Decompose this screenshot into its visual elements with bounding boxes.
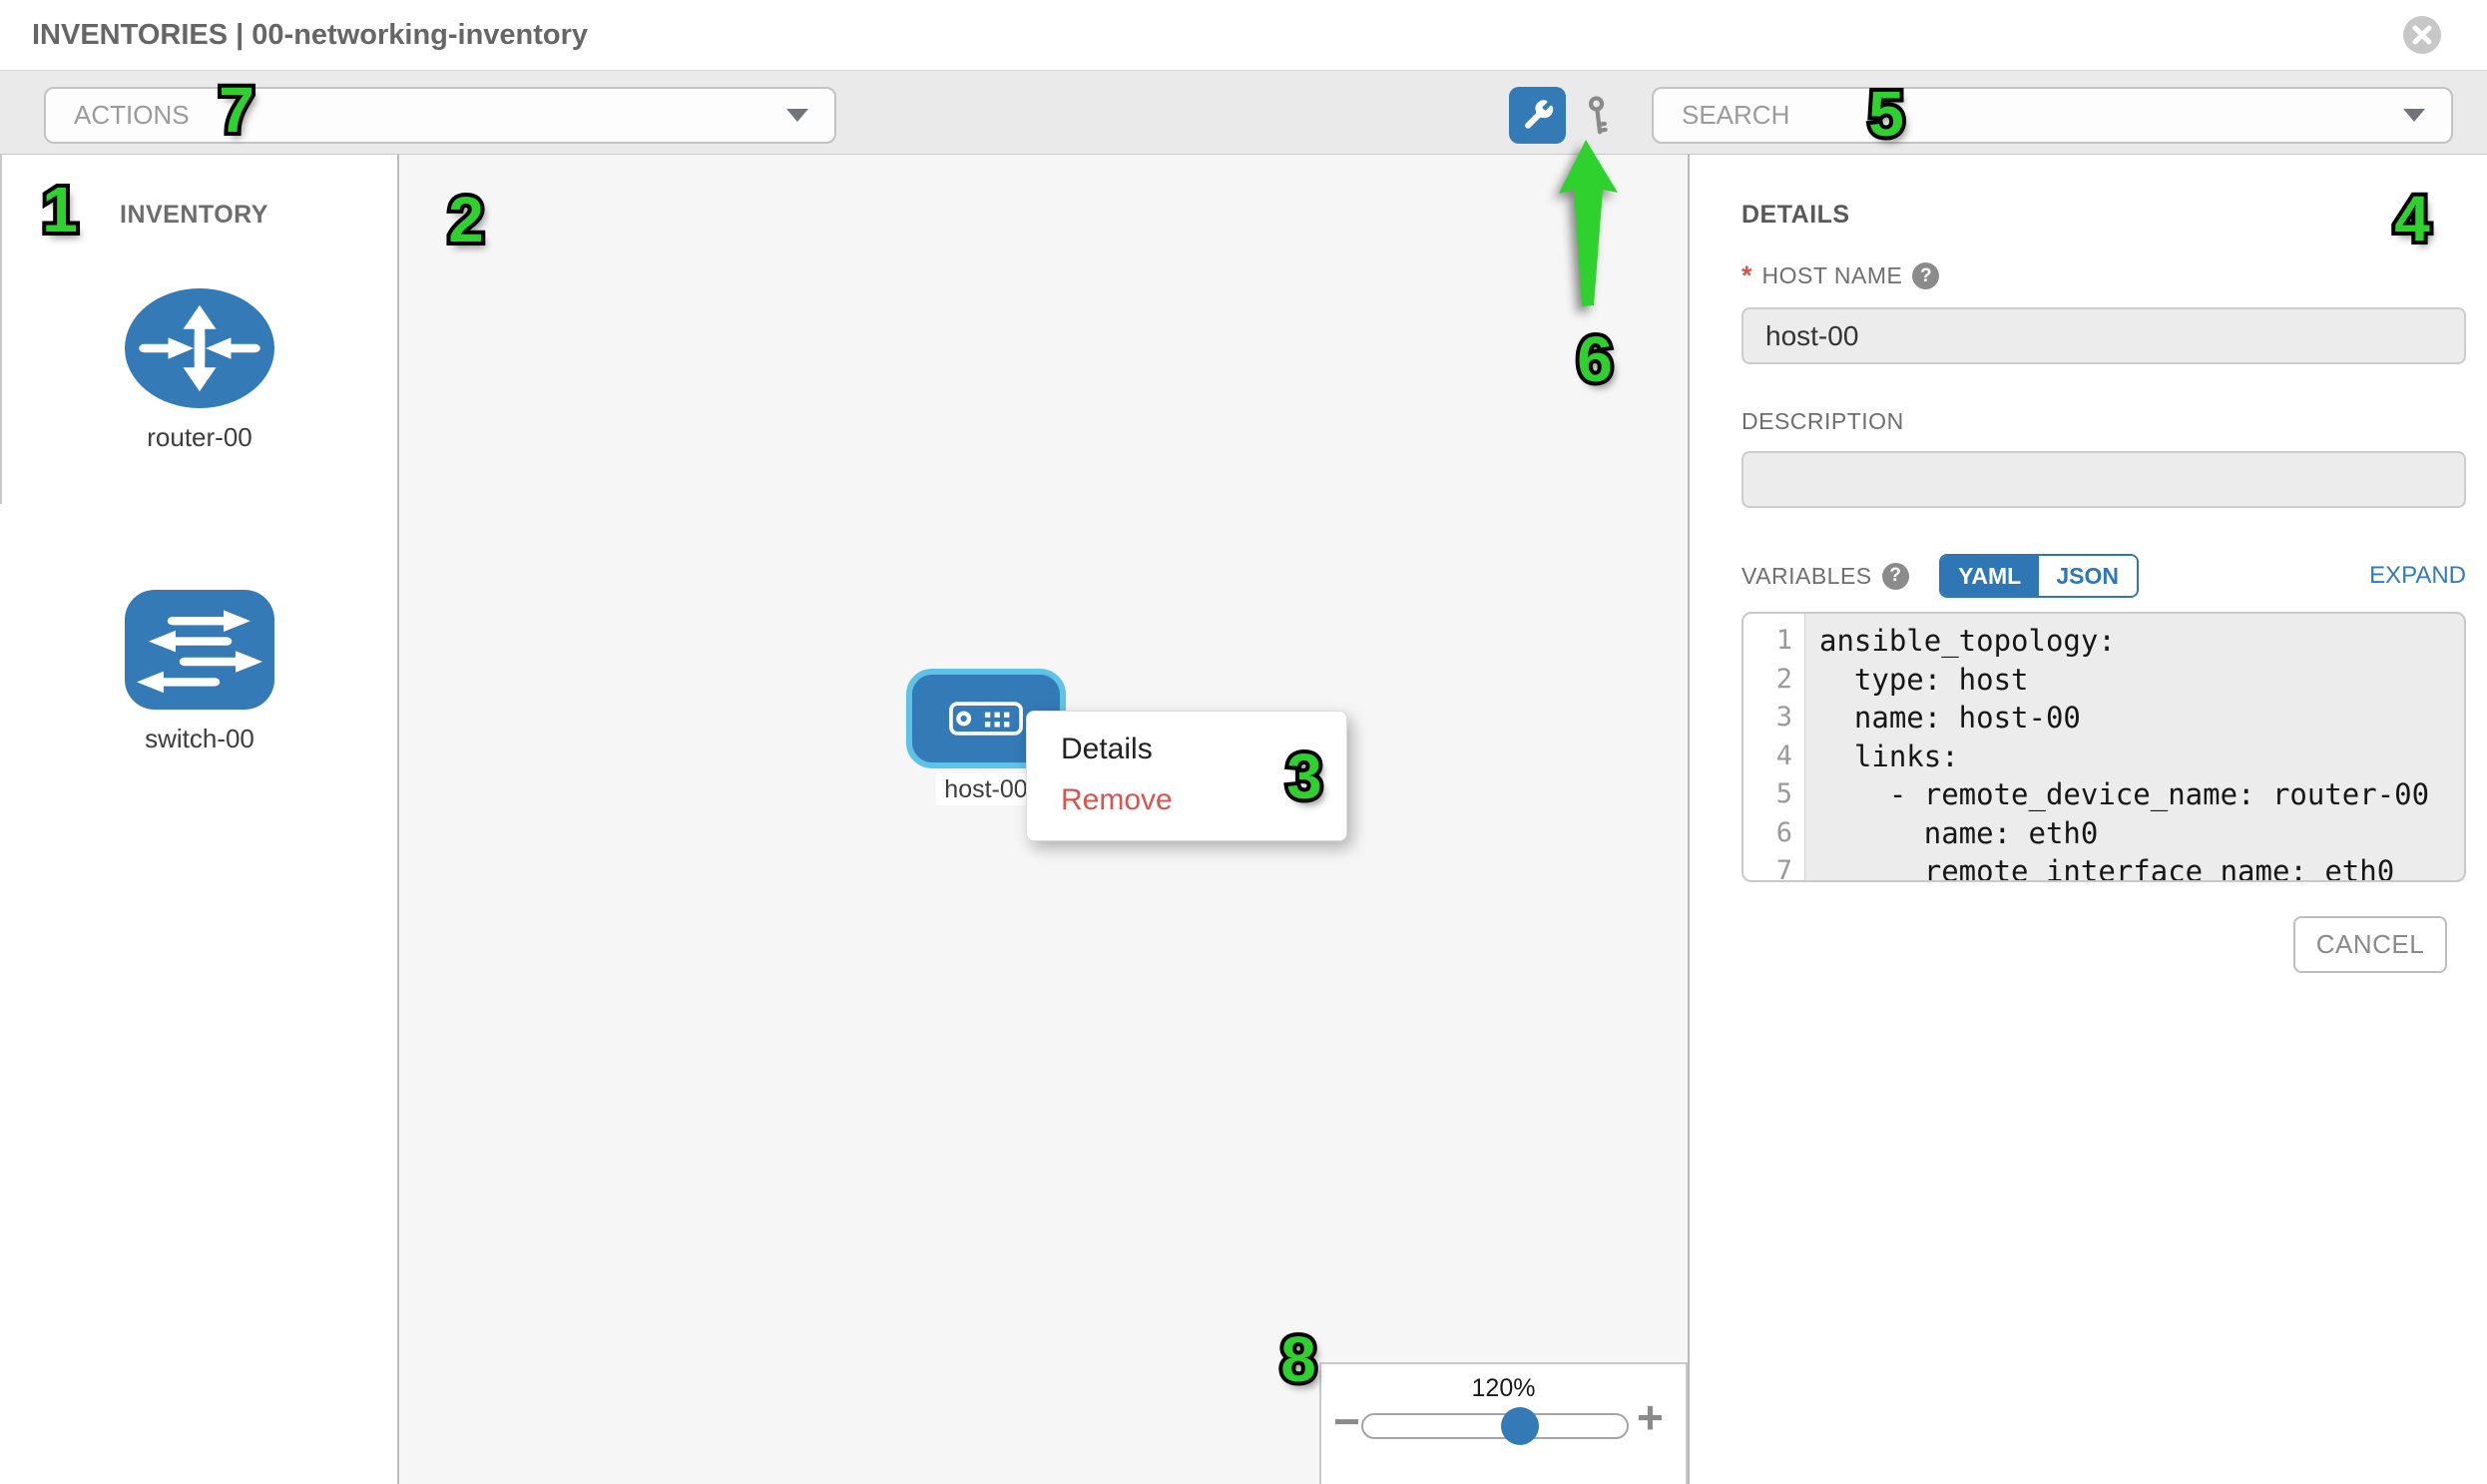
wrench-icon	[1521, 99, 1555, 133]
host-name-label: HOST NAME	[1762, 262, 1903, 289]
description-label-row: DESCRIPTION	[1741, 408, 1904, 435]
zoom-percentage: 120%	[1321, 1374, 1686, 1403]
variables-row: VARIABLES ? YAML JSON EXPAND	[1741, 554, 2466, 598]
line-number: 6	[1743, 814, 1804, 853]
palette-item-switch[interactable]: switch-00	[125, 590, 274, 754]
details-title: DETAILS	[1741, 201, 1850, 230]
help-icon[interactable]: ?	[1882, 563, 1909, 590]
inventories-topology-window: INVENTORIES | 00-networking-inventory AC…	[0, 0, 2487, 1484]
search-dropdown[interactable]: SEARCH	[1652, 87, 2453, 144]
code-line: ansible_topology:	[1819, 622, 2464, 661]
search-placeholder: SEARCH	[1682, 100, 2403, 131]
chevron-down-icon	[786, 109, 808, 122]
node-context-menu: Details Remove	[1026, 711, 1347, 841]
cancel-button[interactable]: CANCEL	[2293, 916, 2447, 973]
host-details-panel: DETAILS * HOST NAME ? DESCRIPTION VARIAB…	[1690, 155, 2487, 1484]
host-icon	[948, 702, 1024, 736]
code-line: name: host-00	[1819, 699, 2464, 738]
page-title: INVENTORIES | 00-networking-inventory	[32, 0, 588, 71]
variables-label: VARIABLES	[1741, 563, 1872, 590]
zoom-out-button[interactable]: −	[1333, 1394, 1360, 1448]
host-name-input[interactable]	[1741, 307, 2466, 364]
key-icon	[1578, 94, 1622, 138]
zoom-slider-thumb[interactable]	[1501, 1407, 1539, 1445]
inventory-title: INVENTORY	[120, 201, 268, 230]
line-number: 7	[1743, 852, 1804, 882]
page-header: INVENTORIES | 00-networking-inventory	[0, 0, 2487, 71]
router-icon	[125, 288, 274, 408]
editor-code-area[interactable]: ansible_topology: type: host name: host-…	[1805, 614, 2464, 880]
required-asterisk: *	[1741, 262, 1752, 289]
zoom-slider-track[interactable]	[1361, 1413, 1629, 1439]
code-line: remote_interface_name: eth0	[1819, 852, 2464, 882]
description-input[interactable]	[1741, 451, 2466, 508]
line-number: 3	[1743, 699, 1804, 738]
help-icon[interactable]: ?	[1912, 262, 1939, 289]
expand-link[interactable]: EXPAND	[2369, 562, 2466, 590]
close-button[interactable]	[2403, 16, 2441, 54]
actions-dropdown-label: ACTIONS	[74, 100, 786, 131]
json-toggle-button[interactable]: JSON	[2039, 556, 2137, 596]
toolbox-button[interactable]	[1509, 87, 1566, 144]
line-number: 1	[1743, 622, 1804, 661]
yaml-toggle-button[interactable]: YAML	[1941, 556, 2039, 596]
switch-icon	[125, 590, 274, 710]
variables-code-editor[interactable]: 1 2 3 4 5 6 7 ansible_topology: type: ho…	[1741, 612, 2466, 882]
code-line: type: host	[1819, 661, 2464, 700]
close-icon	[2412, 25, 2432, 45]
description-label: DESCRIPTION	[1741, 408, 1904, 435]
inventory-sidebar: INVENTORY router-00	[0, 155, 399, 1484]
palette-item-label: router-00	[125, 422, 274, 453]
sidebar-edge-line	[0, 155, 2, 504]
credentials-key-button[interactable]	[1577, 93, 1623, 139]
format-toggle: YAML JSON	[1939, 554, 2139, 598]
code-line: - remote_device_name: router-00	[1819, 775, 2464, 814]
context-menu-item-details[interactable]: Details	[1027, 724, 1346, 774]
code-line: name: eth0	[1819, 814, 2464, 853]
topology-canvas[interactable]: host-00 Details Remove 120% − +	[399, 155, 1690, 1484]
palette-item-router[interactable]: router-00	[125, 288, 274, 453]
line-number: 5	[1743, 775, 1804, 814]
zoom-control-panel: 120% − +	[1319, 1362, 1688, 1484]
code-line: links:	[1819, 738, 2464, 776]
chevron-down-icon	[2403, 109, 2425, 122]
context-menu-item-remove[interactable]: Remove	[1027, 774, 1346, 825]
host-name-label-row: * HOST NAME ?	[1741, 262, 1939, 289]
actions-dropdown[interactable]: ACTIONS	[44, 87, 836, 144]
zoom-in-button[interactable]: +	[1637, 1390, 1664, 1444]
line-number: 2	[1743, 661, 1804, 700]
palette-item-label: switch-00	[125, 724, 274, 754]
line-number: 4	[1743, 738, 1804, 776]
editor-line-numbers: 1 2 3 4 5 6 7	[1743, 614, 1805, 880]
toolbar: ACTIONS	[0, 71, 2487, 155]
